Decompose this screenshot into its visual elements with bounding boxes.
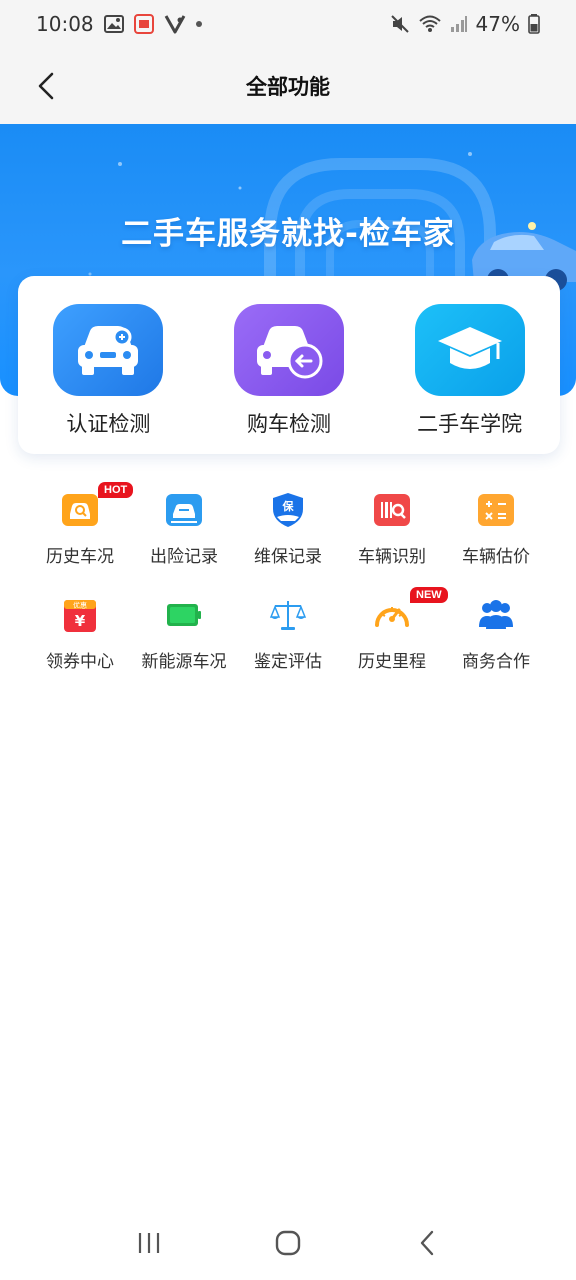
service-label: 认证检测 xyxy=(66,412,151,436)
graduation-cap-icon xyxy=(414,304,525,396)
grid-label: 车辆估价 xyxy=(462,547,530,567)
new-badge: NEW xyxy=(410,587,448,603)
car-history-icon xyxy=(60,490,100,530)
system-nav-bar xyxy=(0,1206,576,1280)
calculator-icon xyxy=(476,490,516,530)
accident-icon xyxy=(164,490,204,530)
grid-item-coupon-center[interactable]: 优惠 ¥ 领券中心 xyxy=(28,595,132,672)
grid-label: 新能源车况 xyxy=(141,652,227,672)
shield-hand-icon: 保 xyxy=(268,490,308,530)
shield-char: 保 xyxy=(282,499,295,513)
main-services-card: 认证检测 购车检测 二手车学院 xyxy=(18,276,560,454)
recent-apps-icon xyxy=(139,1233,160,1253)
grid-label: 领券中心 xyxy=(46,652,114,672)
grid-label: 车辆识别 xyxy=(358,547,426,567)
title-bar: 全部功能 xyxy=(0,48,576,124)
grid-item-vehicle-identification[interactable]: 车辆识别 xyxy=(340,490,444,567)
banner-title: 二手车服务就找-检车家 xyxy=(121,216,455,252)
image-icon xyxy=(103,15,124,33)
grid-item-appraisal[interactable]: 鉴定评估 xyxy=(236,595,340,672)
service-label: 二手车学院 xyxy=(417,412,523,436)
grid-label: 出险记录 xyxy=(150,547,218,567)
status-bar: 10:08 47% xyxy=(0,0,576,48)
grid-item-maintenance-records[interactable]: 保 维保记录 xyxy=(236,490,340,567)
home-button[interactable] xyxy=(258,1213,318,1273)
back-button[interactable] xyxy=(26,66,66,106)
vivaldi-icon xyxy=(164,14,186,34)
coupon-icon: 优惠 ¥ xyxy=(60,595,100,635)
chevron-left-icon xyxy=(38,72,54,100)
coupon-tag: 优惠 xyxy=(73,601,87,610)
back-icon xyxy=(420,1230,433,1256)
service-label: 购车检测 xyxy=(246,412,331,436)
mute-icon xyxy=(390,14,410,34)
grid-item-car-history[interactable]: HOT 历史车况 xyxy=(28,482,134,567)
grid-item-new-energy-status[interactable]: 新能源车况 xyxy=(132,595,236,672)
grid-item-mileage-history[interactable]: NEW 历史里程 xyxy=(340,587,448,672)
grid-item-business-cooperation[interactable]: 商务合作 xyxy=(444,595,548,672)
grid-label: 维保记录 xyxy=(254,547,322,567)
battery-icon xyxy=(528,14,540,34)
notification-icon xyxy=(133,14,154,34)
service-used-car-academy[interactable]: 二手车学院 xyxy=(390,304,550,454)
battery-percent: 47% xyxy=(475,12,520,36)
svg-text:¥: ¥ xyxy=(75,612,86,630)
barcode-search-icon xyxy=(372,490,412,530)
signal-icon xyxy=(450,15,468,33)
grid-label: 商务合作 xyxy=(462,652,530,672)
page-title: 全部功能 xyxy=(246,75,330,99)
grid-item-accident-records[interactable]: 出险记录 xyxy=(132,490,236,567)
speedometer-icon xyxy=(372,595,412,635)
car-return-icon xyxy=(233,304,344,396)
more-notifications-icon xyxy=(195,21,202,27)
wifi-icon xyxy=(418,14,442,34)
grid-label: 历史车况 xyxy=(46,547,114,567)
function-grid: HOT 历史车况 出险记录 保 维保记录 车辆识别 车辆估价 优惠 ¥ 领券中心 xyxy=(28,482,548,672)
grid-label: 历史里程 xyxy=(358,652,426,672)
scale-icon xyxy=(268,595,308,635)
car-search-icon xyxy=(53,304,164,396)
home-icon xyxy=(275,1230,301,1256)
status-time: 10:08 xyxy=(36,12,94,36)
service-purchase-inspection[interactable]: 购车检测 xyxy=(209,304,369,454)
battery-icon xyxy=(164,595,204,635)
team-icon xyxy=(476,595,516,635)
grid-item-vehicle-valuation[interactable]: 车辆估价 xyxy=(444,490,548,567)
grid-label: 鉴定评估 xyxy=(254,652,322,672)
service-certified-inspection[interactable]: 认证检测 xyxy=(28,304,188,454)
hot-badge: HOT xyxy=(98,482,134,498)
recent-apps-button[interactable] xyxy=(119,1213,179,1273)
system-back-button[interactable] xyxy=(397,1213,457,1273)
